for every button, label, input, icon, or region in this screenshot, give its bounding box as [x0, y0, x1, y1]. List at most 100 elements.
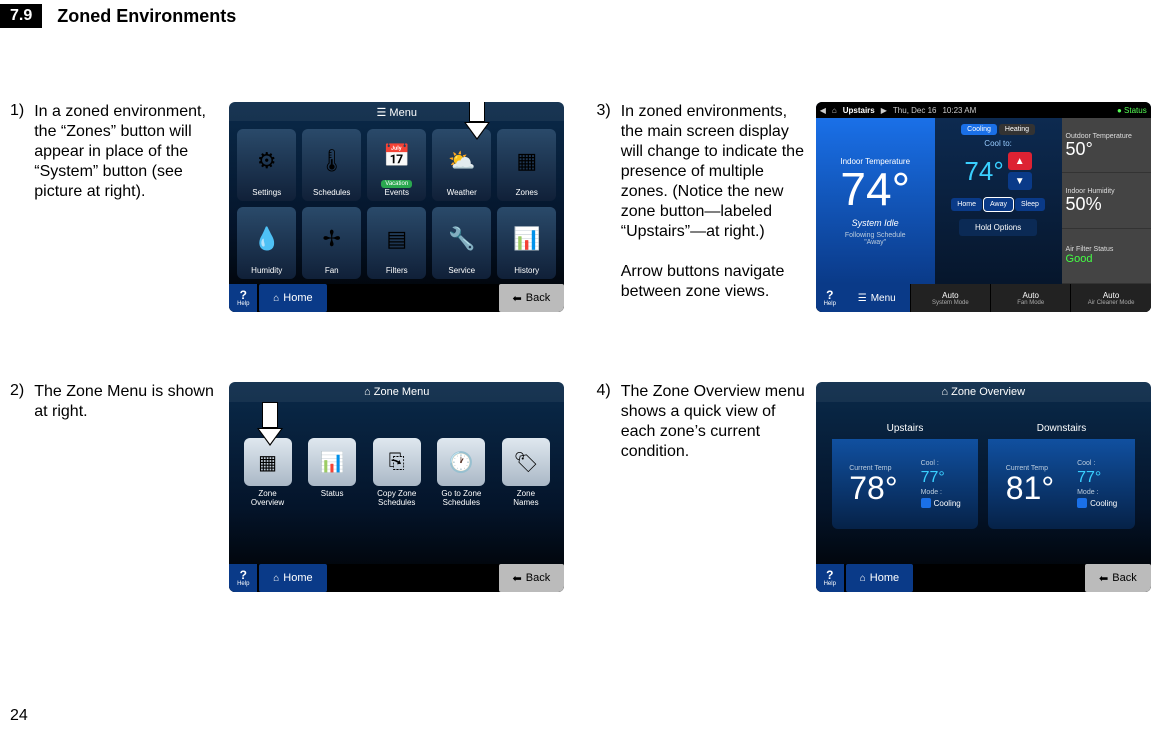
screenshot-main: ◀ ⌂ Upstairs ▶ Thu, Dec 16 10:23 AM ● St…: [816, 102, 1151, 312]
home-button[interactable]: ⌂Home: [259, 564, 326, 592]
zone-status-button[interactable]: 📊Status: [304, 438, 361, 508]
item-3-desc: In zoned environments, the main screen d…: [621, 102, 806, 312]
home-icon: ⌂: [273, 573, 279, 584]
item-3-num: 3): [597, 102, 611, 312]
cooling-tab[interactable]: Cooling: [961, 124, 997, 135]
content-grid: 1) In a zoned environment, the “Zones” b…: [0, 32, 1163, 602]
menu-icon: ☰: [858, 293, 867, 304]
menu-filters[interactable]: ▤Filters: [367, 207, 426, 279]
house-icon: ⌂: [941, 386, 951, 398]
humidity-icon: 💧: [253, 211, 280, 266]
system-mode-button[interactable]: AutoSystem Mode: [910, 284, 990, 312]
wrench-icon: 🔧: [448, 211, 475, 266]
back-button[interactable]: ⬅Back: [499, 564, 565, 592]
nav-right-icon[interactable]: ▶: [881, 106, 887, 115]
help-button[interactable]: ?Help: [229, 284, 257, 312]
help-icon: ?: [826, 569, 833, 581]
callout-arrow: [464, 102, 490, 144]
cool-to-label: Cool to:: [984, 139, 1012, 148]
date: Thu, Dec 16: [893, 106, 937, 115]
section-number: 7.9: [0, 4, 42, 28]
cooling-icon: [1077, 498, 1087, 508]
back-button[interactable]: ⬅Back: [499, 284, 565, 312]
indoor-humidity-cell: Indoor Humidity 50%: [1062, 173, 1151, 228]
fan-icon: ✢: [323, 211, 341, 266]
preset-away[interactable]: Away: [984, 198, 1013, 211]
help-icon: ?: [240, 569, 247, 581]
zone-card-upstairs[interactable]: Upstairs Current Temp 78° Cool : 77° Mod…: [832, 418, 979, 529]
item-1-num: 1): [10, 102, 24, 312]
main-body: Indoor Temperature 74° System Idle Follo…: [816, 118, 1151, 284]
zone-setpoint-info: Cool : 77° Mode : Cooling: [1077, 460, 1117, 508]
home-button[interactable]: ⌂Home: [846, 564, 913, 592]
back-button[interactable]: ⬅Back: [1085, 564, 1151, 592]
section-header: 7.9 Zoned Environments: [0, 0, 1163, 32]
back-arrow-icon: ⬅: [1099, 572, 1108, 585]
page-number: 24: [10, 707, 28, 725]
item-2-num: 2): [10, 382, 24, 592]
help-icon: ?: [240, 289, 247, 301]
zone-current-temp: Current Temp 81°: [1006, 465, 1054, 504]
menu-settings[interactable]: ⚙Settings: [237, 129, 296, 201]
fan-mode-button[interactable]: AutoFan Mode: [990, 284, 1070, 312]
item-2-desc: The Zone Menu is shown at right.: [34, 382, 219, 592]
menu-title: ☰ Menu: [229, 102, 564, 121]
zone-card-title: Upstairs: [832, 418, 979, 439]
setpoint-panel: Cooling Heating Cool to: 74° ▲ ▼ Home Aw…: [935, 118, 1062, 284]
copy-schedules-button[interactable]: ⎘Copy Zone Schedules: [368, 438, 425, 508]
callout-arrow: [257, 402, 283, 450]
menu-button[interactable]: ☰Menu: [844, 284, 910, 312]
system-status: System Idle: [852, 218, 899, 228]
zone-name[interactable]: Upstairs: [843, 106, 875, 115]
help-button[interactable]: ?Help: [229, 564, 257, 592]
menu-service[interactable]: 🔧Service: [432, 207, 491, 279]
preset-sleep[interactable]: Sleep: [1015, 198, 1045, 211]
temp-down-button[interactable]: ▼: [1008, 172, 1032, 190]
section-title: Zoned Environments: [57, 6, 236, 27]
nav-left-icon[interactable]: ◀: [820, 106, 826, 115]
zone-setpoint-info: Cool : 77° Mode : Cooling: [921, 460, 961, 508]
air-filter-cell: Air Filter Status Good: [1062, 229, 1151, 284]
preset-home[interactable]: Home: [951, 198, 982, 211]
heating-tab[interactable]: Heating: [999, 124, 1035, 135]
item-4: 4) The Zone Overview menu shows a quick …: [597, 382, 1154, 592]
menu-grid: ⚙Settings 🌡Schedules 📅VacationEvents ⛅We…: [229, 121, 564, 283]
menu-humidity[interactable]: 💧Humidity: [237, 207, 296, 279]
zone-cards: Upstairs Current Temp 78° Cool : 77° Mod…: [816, 402, 1151, 539]
menu-fan[interactable]: ✢Fan: [302, 207, 361, 279]
calendar-icon: 📅: [383, 133, 410, 178]
help-button[interactable]: ?Help: [816, 284, 844, 312]
zone-names-button[interactable]: 🏷Zone Names: [498, 438, 555, 508]
setpoint-controls: ▲ ▼: [1008, 152, 1032, 190]
menu-icon: ☰: [377, 107, 390, 119]
hold-options-button[interactable]: Hold Options: [959, 219, 1037, 236]
zone-card-title: Downstairs: [988, 418, 1135, 439]
thermometer-icon: 🌡: [318, 133, 346, 188]
status-indicator[interactable]: ● Status: [1117, 106, 1147, 115]
home-button[interactable]: ⌂Home: [259, 284, 326, 312]
temp-up-button[interactable]: ▲: [1008, 152, 1032, 170]
clock-icon: 🕐: [437, 438, 485, 486]
schedule-status: Following Schedule "Away": [845, 232, 906, 246]
filters-icon: ▤: [386, 211, 407, 266]
goto-schedules-button[interactable]: 🕐Go to Zone Schedules: [433, 438, 490, 508]
zone-card-downstairs[interactable]: Downstairs Current Temp 81° Cool : 77° M…: [988, 418, 1135, 529]
menu-schedules[interactable]: 🌡Schedules: [302, 129, 361, 201]
zones-icon: ▦: [516, 133, 537, 188]
menu-events[interactable]: 📅VacationEvents: [367, 129, 426, 201]
menu-zones[interactable]: ▦Zones: [497, 129, 556, 201]
item-1-desc: In a zoned environment, the “Zones” butt…: [34, 102, 219, 312]
setpoint-value: 74°: [964, 156, 1003, 187]
help-icon: ?: [826, 289, 833, 301]
air-cleaner-mode-button[interactable]: AutoAir Cleaner Mode: [1070, 284, 1150, 312]
menu-bottom-bar: ?Help ⌂Home ⬅Back: [229, 284, 564, 312]
setpoint-row: 74° ▲ ▼: [964, 152, 1031, 190]
menu-history[interactable]: 📊History: [497, 207, 556, 279]
vacation-badge: Vacation: [381, 180, 412, 188]
help-button[interactable]: ?Help: [816, 564, 844, 592]
indoor-temp-panel: Indoor Temperature 74° System Idle Follo…: [816, 118, 935, 284]
mode-tabs: Cooling Heating: [961, 124, 1035, 135]
zone-card-body: Current Temp 78° Cool : 77° Mode : Cooli…: [832, 439, 979, 529]
outdoor-temp-cell: Outdoor Temperature 50°: [1062, 118, 1151, 173]
item-4-desc: The Zone Overview menu shows a quick vie…: [621, 382, 806, 592]
